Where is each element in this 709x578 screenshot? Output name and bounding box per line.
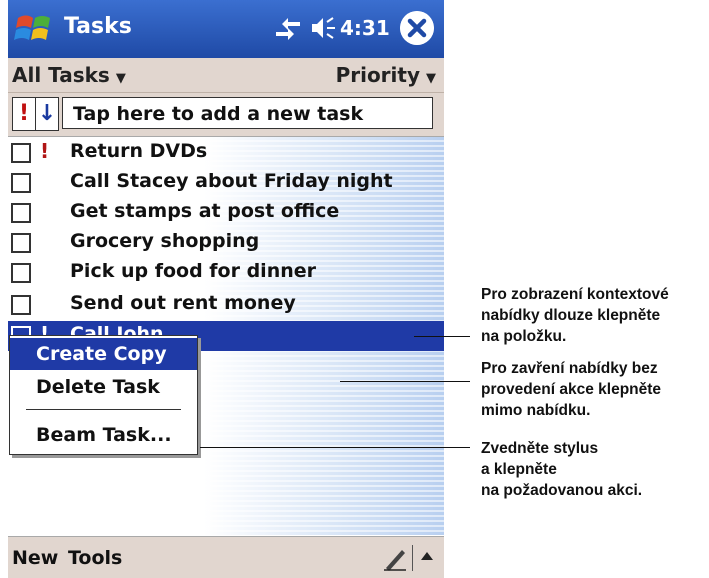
pen-input-icon[interactable] [382, 544, 408, 572]
callout-line [340, 381, 470, 382]
category-filter-dropdown[interactable]: All Tasks ▼ [12, 63, 126, 87]
task-checkbox[interactable] [11, 173, 31, 193]
filter-bar: All Tasks ▼ Priority ▼ [8, 58, 444, 93]
entry-bar: ! ↓ Tap here to add a new task [8, 93, 444, 137]
list-item[interactable]: Send out rent money [8, 290, 444, 320]
chevron-down-icon: ▼ [426, 71, 436, 86]
task-label: Get stamps at post office [70, 200, 340, 222]
high-priority-icon: ! [40, 139, 50, 163]
context-menu: Create Copy Delete Task Beam Task... [9, 335, 198, 455]
task-label: Grocery shopping [70, 230, 260, 252]
callout-long-press: Pro zobrazení kontextové nabídky dlouze … [481, 286, 669, 345]
menu-item-create-copy[interactable]: Create Copy [10, 338, 197, 370]
task-label: Call Stacey about Friday night [70, 170, 393, 192]
title-bar: Tasks 4:31 [8, 0, 444, 58]
priority-button[interactable]: ! [12, 97, 36, 131]
clock[interactable]: 4:31 [340, 16, 390, 40]
callout-line [200, 447, 470, 448]
list-item[interactable]: ! Return DVDs [8, 138, 444, 168]
list-item[interactable]: Call Stacey about Friday night [8, 168, 444, 198]
menu-item-delete-task[interactable]: Delete Task [10, 371, 197, 403]
callout-tap-outside: Pro zavření nabídky bez provedení akce k… [481, 360, 662, 419]
task-label: Pick up food for dinner [70, 260, 317, 282]
menu-divider [26, 409, 181, 410]
sort-label: Priority [335, 63, 420, 87]
task-checkbox[interactable] [11, 263, 31, 283]
volume-icon[interactable] [308, 14, 338, 42]
task-checkbox[interactable] [11, 203, 31, 223]
input-panel-arrow-icon[interactable] [418, 546, 436, 568]
connectivity-icon[interactable] [272, 14, 304, 42]
start-menu-icon[interactable] [14, 10, 54, 48]
app-title: Tasks [64, 14, 132, 39]
new-menu[interactable]: New [12, 547, 58, 569]
category-filter-label: All Tasks [12, 63, 110, 87]
callout-lift-stylus: Zvedněte stylus a klepněte na požadovano… [481, 440, 643, 499]
task-checkbox[interactable] [11, 295, 31, 315]
menu-item-beam-task[interactable]: Beam Task... [10, 419, 197, 451]
sort-order-button[interactable]: ↓ [35, 97, 59, 131]
list-item[interactable]: Grocery shopping [8, 228, 444, 258]
task-checkbox[interactable] [11, 143, 31, 163]
close-button[interactable] [400, 11, 434, 45]
task-label: Send out rent money [70, 292, 296, 314]
bottom-menu-bar: New Tools [8, 536, 444, 578]
task-label: Return DVDs [70, 140, 208, 162]
new-task-input[interactable]: Tap here to add a new task [62, 97, 433, 129]
list-item[interactable]: Pick up food for dinner [8, 258, 444, 288]
sort-dropdown[interactable]: Priority ▼ [336, 63, 436, 87]
list-item[interactable]: Get stamps at post office [8, 198, 444, 228]
pocket-pc-screen: Tasks 4:31 All Tasks ▼ Priority ▼ ! ↓ Tap … [8, 0, 444, 578]
callout-line [414, 336, 470, 337]
tools-menu[interactable]: Tools [68, 547, 122, 569]
separator [412, 545, 413, 571]
task-checkbox[interactable] [11, 233, 31, 253]
chevron-down-icon: ▼ [115, 71, 126, 86]
